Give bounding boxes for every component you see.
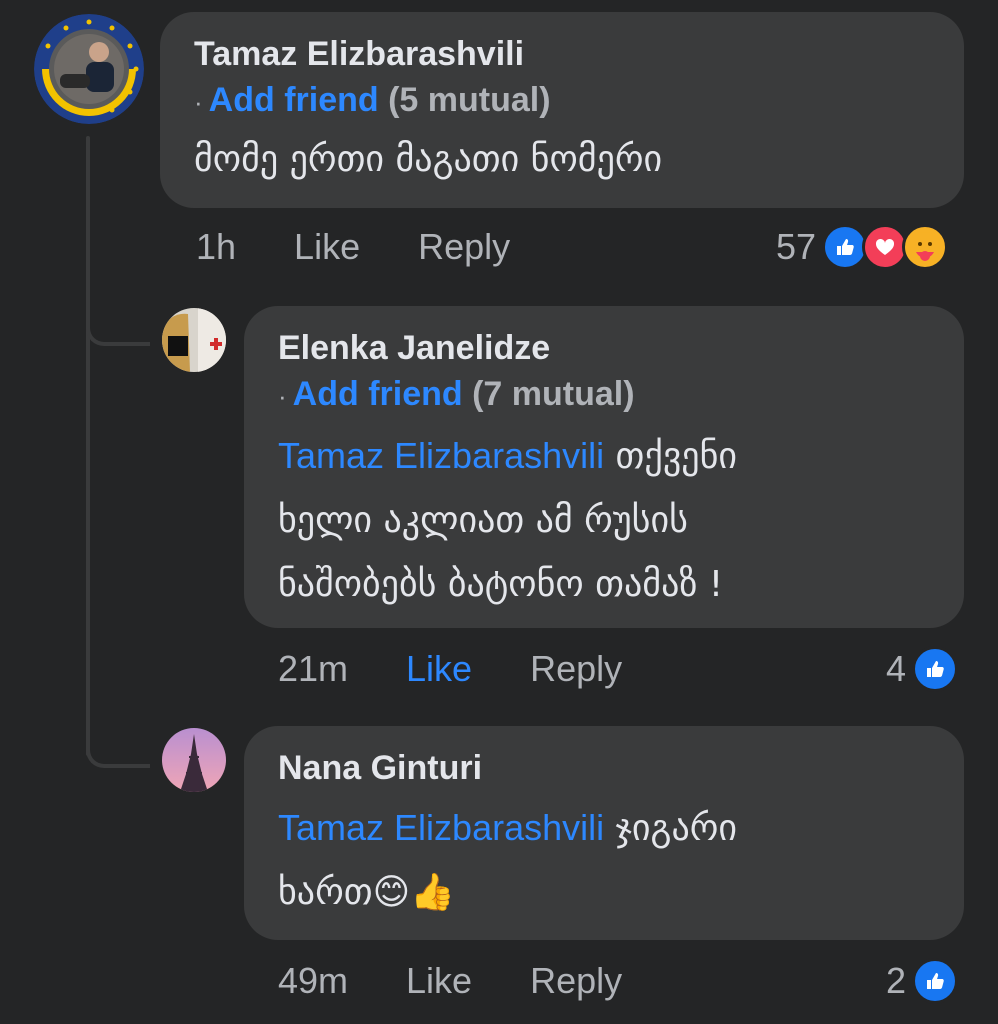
- like-button[interactable]: Like: [406, 648, 472, 690]
- comment-text: Tamaz Elizbarashvili ჯიგარი ხართ😊👍: [278, 796, 930, 925]
- comment-bubble: Elenka Janelidze · Add friend (7 mutual) …: [244, 306, 964, 628]
- mention-link[interactable]: Tamaz Elizbarashvili: [278, 807, 604, 848]
- reaction-summary[interactable]: 57: [776, 224, 949, 270]
- thread-line: [86, 136, 90, 756]
- reaction-count: 2: [886, 960, 907, 1001]
- comment-text: Tamaz Elizbarashvili თქვენი ხელი აკლიათ …: [278, 424, 930, 617]
- comment-author[interactable]: Tamaz Elizbarashvili: [194, 34, 930, 74]
- avatar[interactable]: [34, 14, 144, 124]
- thread-branch: [86, 308, 150, 346]
- like-button[interactable]: Like: [406, 960, 472, 1002]
- separator-dot: ·: [278, 381, 287, 411]
- comment-text-part: ნაშობებს ბატონო თამაზ !: [278, 564, 724, 605]
- comment-text-part: ხელი აკლიათ ამ რუსის: [278, 500, 688, 541]
- reaction-summary[interactable]: 2: [886, 958, 959, 1004]
- reaction-count: 4: [886, 648, 907, 689]
- reply-button[interactable]: Reply: [418, 226, 510, 268]
- comment-author[interactable]: Nana Ginturi: [278, 748, 930, 788]
- comment-time[interactable]: 49m: [278, 960, 348, 1002]
- comment-author[interactable]: Elenka Janelidze: [278, 328, 930, 368]
- mutual-count: (5 mutual): [388, 81, 551, 119]
- comment-time[interactable]: 1h: [196, 226, 236, 268]
- comment-actions: 21m Like Reply: [278, 648, 680, 690]
- comment-text-part: თქვენი: [604, 436, 738, 477]
- separator-dot: ·: [194, 87, 203, 117]
- like-reaction-icon: [912, 646, 959, 692]
- add-friend-link[interactable]: Add friend: [293, 375, 463, 413]
- mutual-count: (7 mutual): [472, 375, 635, 413]
- comment-text: მომე ერთი მაგათი ნომერი: [194, 139, 663, 180]
- reply-button[interactable]: Reply: [530, 960, 622, 1002]
- comment-bubble: Nana Ginturi Tamaz Elizbarashvili ჯიგარი…: [244, 726, 964, 940]
- avatar[interactable]: [162, 308, 226, 372]
- care-reaction-icon: [902, 224, 949, 270]
- mention-link[interactable]: Tamaz Elizbarashvili: [278, 435, 604, 476]
- comment-time[interactable]: 21m: [278, 648, 348, 690]
- reaction-count: 57: [776, 226, 817, 267]
- thread-branch: [86, 730, 150, 768]
- avatar[interactable]: [162, 728, 226, 792]
- comment-actions: 49m Like Reply: [278, 960, 680, 1002]
- like-button[interactable]: Like: [294, 226, 360, 268]
- add-friend-link[interactable]: Add friend: [209, 81, 379, 119]
- reaction-summary[interactable]: 4: [886, 646, 959, 692]
- comment-bubble: Tamaz Elizbarashvili · Add friend (5 mutu…: [160, 12, 964, 208]
- friend-info: · Add friend (7 mutual): [278, 374, 930, 416]
- comment-text-part: ჯიგარი: [604, 808, 738, 849]
- like-reaction-icon: [912, 958, 959, 1004]
- reply-button[interactable]: Reply: [530, 648, 622, 690]
- comment-text-part: ხართ😊👍: [278, 872, 455, 913]
- comment-actions: 1h Like Reply: [196, 226, 568, 268]
- friend-info: · Add friend (5 mutual): [194, 80, 930, 122]
